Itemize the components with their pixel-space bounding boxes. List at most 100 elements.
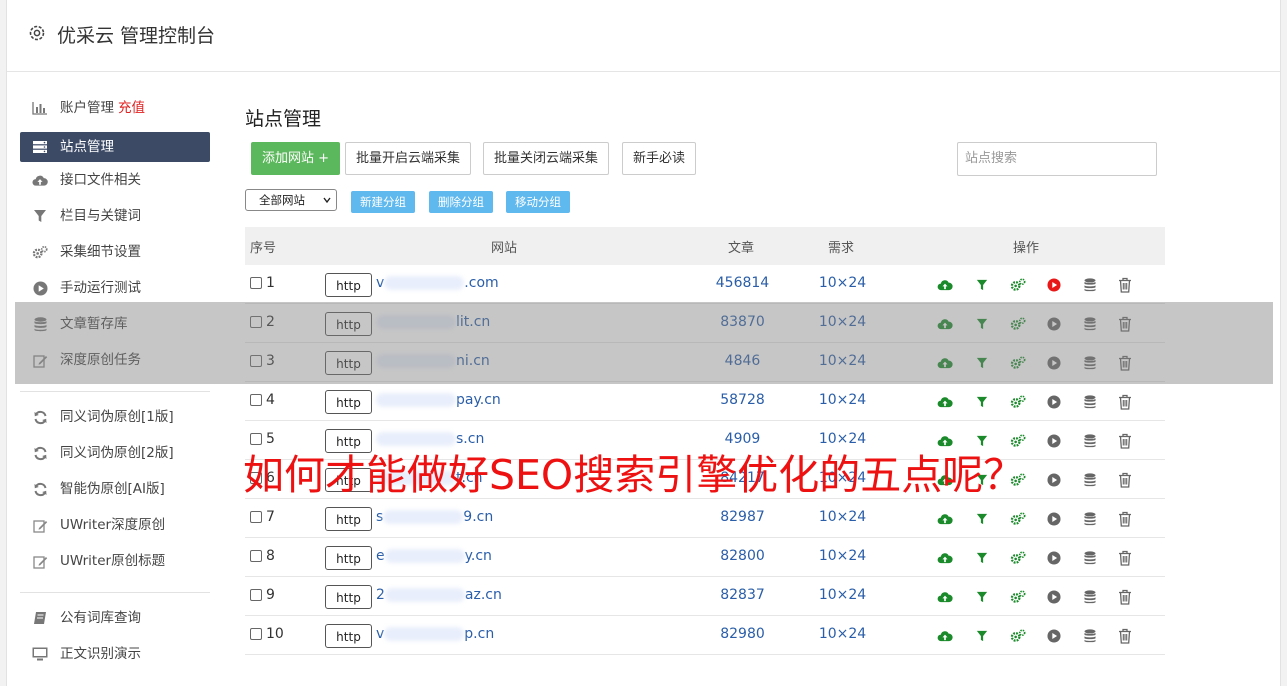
protocol-button[interactable]: http xyxy=(325,585,372,609)
group-select[interactable]: 全部网站 xyxy=(245,189,337,211)
database-icon[interactable] xyxy=(1081,549,1099,567)
site-link[interactable]: s 9.cn xyxy=(376,509,493,525)
protocol-button[interactable]: http xyxy=(325,507,372,531)
demand-value[interactable]: 10×24 xyxy=(805,392,880,408)
play-icon[interactable] xyxy=(1045,510,1063,528)
database-icon[interactable] xyxy=(1081,276,1099,294)
site-link[interactable]: e y.cn xyxy=(376,548,492,564)
sidebar-item[interactable]: 站点管理 xyxy=(20,132,210,162)
cogs-icon[interactable] xyxy=(1009,627,1027,645)
play-icon[interactable] xyxy=(1045,471,1063,489)
database-icon[interactable] xyxy=(1081,471,1099,489)
site-link[interactable]: pay.cn xyxy=(376,392,501,408)
new-group-button[interactable]: 新建分组 xyxy=(351,191,415,213)
cogs-icon[interactable] xyxy=(1009,393,1027,411)
demand-value[interactable]: 10×24 xyxy=(805,626,880,642)
sidebar-item[interactable]: 栏目与关键词 xyxy=(20,201,210,237)
site-search-input[interactable]: 站点搜索 xyxy=(957,142,1157,176)
article-count[interactable]: 58728 xyxy=(700,392,785,408)
sidebar-item[interactable]: 公有词库查询 xyxy=(20,603,210,639)
sidebar-item[interactable]: 同义词伪原创[1版] xyxy=(20,402,210,438)
enable-cloud-collect-button[interactable]: 批量开启云端采集 xyxy=(345,142,472,175)
database-icon[interactable] xyxy=(1081,432,1099,450)
database-icon[interactable] xyxy=(1081,393,1099,411)
delete-group-button[interactable]: 删除分组 xyxy=(429,191,493,213)
sidebar-item[interactable]: 智能伪原创[AI版] xyxy=(20,474,210,510)
database-icon[interactable] xyxy=(1081,588,1099,606)
move-group-button[interactable]: 移动分组 xyxy=(506,191,570,213)
demand-value[interactable]: 10×24 xyxy=(805,548,880,564)
sidebar-item[interactable]: 账户管理 充值 xyxy=(20,93,210,129)
redacted-segment xyxy=(376,393,456,407)
add-site-button[interactable]: 添加网站 + xyxy=(251,142,341,175)
row-checkbox[interactable] xyxy=(250,277,262,289)
database-icon[interactable] xyxy=(1081,510,1099,528)
sidebar-item[interactable]: UWriter深度原创 xyxy=(20,510,210,546)
trash-icon[interactable] xyxy=(1116,510,1134,528)
article-count[interactable]: 82837 xyxy=(700,587,785,603)
cogs-icon[interactable] xyxy=(1009,549,1027,567)
sidebar: 账户管理 充值 站点管理 接口文件相关 栏目与关键词 采集细节设置 手动运行测试 文章暂存库深… xyxy=(20,93,210,675)
gear-icon[interactable] xyxy=(27,23,47,43)
cloud-upload-icon[interactable] xyxy=(936,627,954,645)
trash-icon[interactable] xyxy=(1116,276,1134,294)
filter-icon[interactable] xyxy=(973,627,991,645)
play-icon[interactable] xyxy=(1045,549,1063,567)
protocol-button[interactable]: http xyxy=(325,624,372,648)
sidebar-item[interactable]: 同义词伪原创[2版] xyxy=(20,438,210,474)
cogs-icon[interactable] xyxy=(1009,510,1027,528)
cloud-upload-icon[interactable] xyxy=(936,588,954,606)
article-count[interactable]: 82980 xyxy=(700,626,785,642)
filter-icon[interactable] xyxy=(973,276,991,294)
sidebar-item[interactable]: 接口文件相关 xyxy=(20,165,210,201)
row-checkbox[interactable] xyxy=(250,511,262,523)
filter-icon[interactable] xyxy=(973,549,991,567)
site-prefix: e xyxy=(376,548,385,564)
site-link[interactable]: 2 az.cn xyxy=(376,587,502,603)
protocol-button[interactable]: http xyxy=(325,390,372,414)
site-link[interactable]: v p.cn xyxy=(376,626,494,642)
filter-icon[interactable] xyxy=(973,393,991,411)
trash-icon[interactable] xyxy=(1116,393,1134,411)
demand-value[interactable]: 10×24 xyxy=(805,587,880,603)
cloud-upload-icon[interactable] xyxy=(936,549,954,567)
play-icon[interactable] xyxy=(1045,432,1063,450)
article-count[interactable]: 82800 xyxy=(700,548,785,564)
protocol-button[interactable]: http xyxy=(325,273,372,297)
trash-icon[interactable] xyxy=(1116,432,1134,450)
cogs-icon[interactable] xyxy=(1009,588,1027,606)
sidebar-item[interactable]: 采集细节设置 xyxy=(20,237,210,273)
sidebar-item-label: 正文识别演示 xyxy=(60,646,141,662)
play-icon[interactable] xyxy=(1045,276,1063,294)
cloud-upload-icon[interactable] xyxy=(936,510,954,528)
row-checkbox[interactable] xyxy=(250,589,262,601)
protocol-button[interactable]: http xyxy=(325,546,372,570)
row-checkbox[interactable] xyxy=(250,550,262,562)
play-icon[interactable] xyxy=(1045,627,1063,645)
trash-icon[interactable] xyxy=(1116,471,1134,489)
disable-cloud-collect-button[interactable]: 批量关闭云端采集 xyxy=(483,142,610,175)
trash-icon[interactable] xyxy=(1116,627,1134,645)
beginner-guide-button[interactable]: 新手必读 xyxy=(622,142,697,175)
redacted-segment xyxy=(383,510,464,524)
site-link[interactable]: v .com xyxy=(376,275,499,291)
play-icon[interactable] xyxy=(1045,393,1063,411)
database-icon[interactable] xyxy=(1081,627,1099,645)
cloud-upload-icon[interactable] xyxy=(936,276,954,294)
recharge-link[interactable]: 充值 xyxy=(118,100,145,116)
play-icon[interactable] xyxy=(1045,588,1063,606)
row-checkbox[interactable] xyxy=(250,394,262,406)
row-checkbox[interactable] xyxy=(250,628,262,640)
cloud-upload-icon[interactable] xyxy=(936,393,954,411)
demand-value[interactable]: 10×24 xyxy=(805,509,880,525)
cogs-icon[interactable] xyxy=(1009,276,1027,294)
article-count[interactable]: 456814 xyxy=(700,275,785,291)
trash-icon[interactable] xyxy=(1116,588,1134,606)
filter-icon[interactable] xyxy=(973,588,991,606)
article-count[interactable]: 82987 xyxy=(700,509,785,525)
filter-icon[interactable] xyxy=(973,510,991,528)
demand-value[interactable]: 10×24 xyxy=(805,275,880,291)
trash-icon[interactable] xyxy=(1116,549,1134,567)
sidebar-item[interactable]: UWriter原创标题 xyxy=(20,546,210,582)
sidebar-item[interactable]: 正文识别演示 xyxy=(20,639,210,675)
